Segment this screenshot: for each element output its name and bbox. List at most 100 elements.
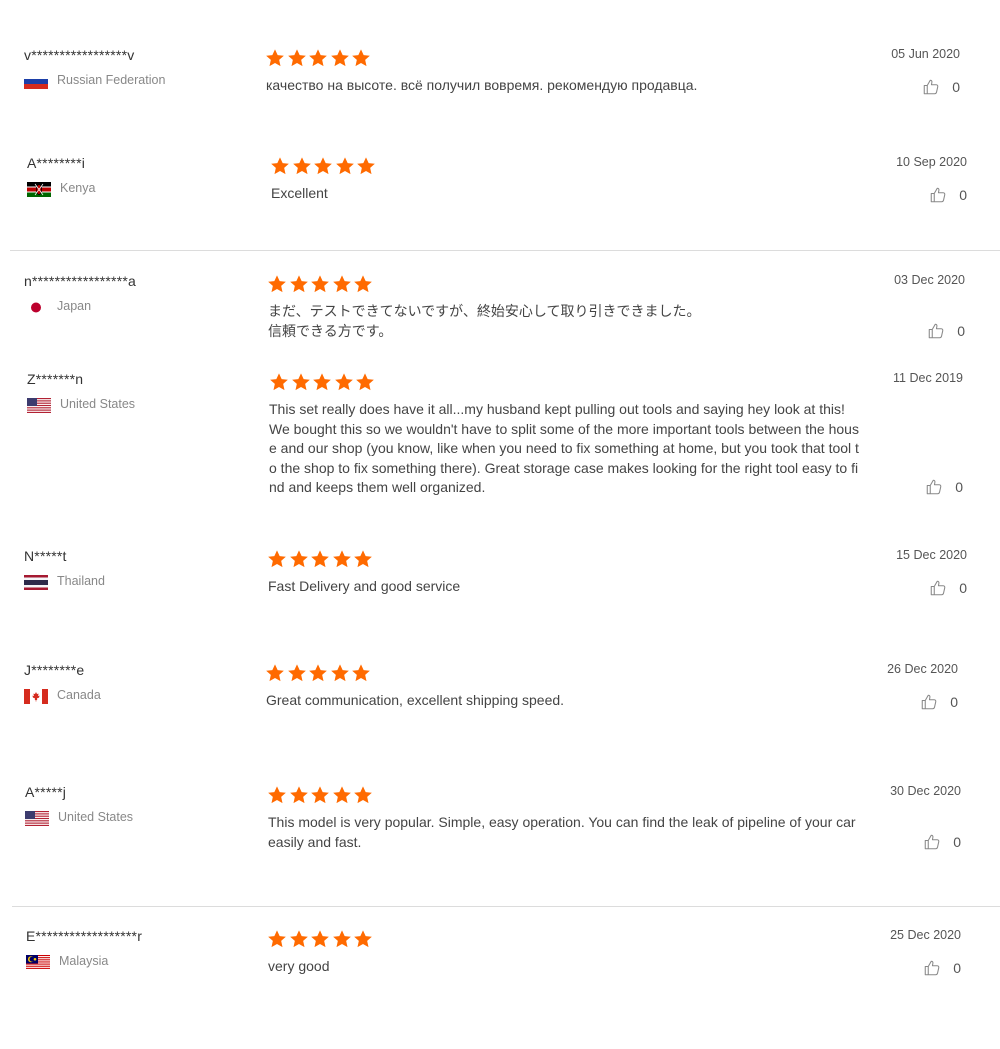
star-icon bbox=[352, 664, 370, 682]
reviewer-name: J********e bbox=[24, 662, 85, 678]
review-text: Excellent bbox=[271, 185, 328, 201]
reviewer-country: Russian Federation bbox=[57, 73, 166, 87]
helpful-votes: 0 bbox=[907, 186, 967, 204]
usa-flag-icon bbox=[27, 398, 51, 413]
reviewer-country: Canada bbox=[57, 688, 101, 702]
star-rating bbox=[267, 274, 375, 294]
star-icon bbox=[309, 664, 327, 682]
reviewer-country: Malaysia bbox=[59, 954, 109, 968]
thumbs-up-icon[interactable] bbox=[927, 323, 957, 339]
helpful-votes: 0 bbox=[901, 833, 961, 851]
star-icon bbox=[266, 664, 284, 682]
review-text: This set really does have it all...my hu… bbox=[269, 401, 859, 495]
star-rating bbox=[265, 48, 373, 68]
star-rating bbox=[267, 785, 375, 805]
review-date: 03 Dec 2020 bbox=[894, 273, 965, 287]
star-icon bbox=[309, 49, 327, 67]
thumbs-up-icon[interactable] bbox=[923, 960, 953, 976]
star-icon bbox=[287, 664, 306, 682]
star-icon bbox=[354, 930, 372, 948]
star-icon bbox=[332, 275, 351, 293]
star-rating bbox=[267, 549, 375, 569]
review-date: 05 Jun 2020 bbox=[891, 47, 960, 61]
star-icon bbox=[270, 373, 288, 391]
helpful-count: 0 bbox=[950, 694, 958, 710]
helpful-count: 0 bbox=[955, 479, 963, 495]
helpful-count: 0 bbox=[959, 580, 967, 596]
reviewer-country: United States bbox=[60, 397, 136, 411]
review-text: Great communication, excellent shipping … bbox=[266, 692, 565, 708]
review-divider bbox=[10, 250, 1000, 251]
star-icon bbox=[266, 49, 284, 67]
canada-flag-icon bbox=[24, 689, 48, 704]
review-text: まだ、テストできてないですが、終始安心して取り引きできました。 信頼できる方です… bbox=[268, 303, 701, 339]
star-icon bbox=[268, 550, 286, 568]
helpful-count: 0 bbox=[959, 187, 967, 203]
thumbs-up-icon[interactable] bbox=[922, 79, 952, 95]
star-rating bbox=[265, 663, 373, 683]
star-icon bbox=[330, 49, 349, 67]
star-icon bbox=[311, 786, 329, 804]
review-date: 15 Dec 2020 bbox=[896, 548, 967, 562]
star-icon bbox=[332, 786, 351, 804]
star-icon bbox=[335, 157, 354, 175]
review-date: 25 Dec 2020 bbox=[890, 928, 961, 942]
helpful-count: 0 bbox=[952, 79, 960, 95]
thumbs-up-icon[interactable] bbox=[929, 580, 959, 596]
review-date: 26 Dec 2020 bbox=[887, 662, 958, 676]
reviewer-name: E******************r bbox=[26, 928, 143, 944]
usa-flag-icon bbox=[25, 811, 49, 826]
review-divider bbox=[12, 906, 1000, 907]
star-icon bbox=[330, 664, 349, 682]
review-date: 10 Sep 2020 bbox=[896, 155, 967, 169]
reviewer-name: Z*******n bbox=[27, 371, 84, 387]
helpful-votes: 0 bbox=[907, 579, 967, 597]
star-icon bbox=[292, 157, 311, 175]
reviewer-country: Kenya bbox=[60, 181, 96, 195]
reviewer-name: A********i bbox=[27, 155, 86, 171]
thumbs-up-icon[interactable] bbox=[925, 479, 955, 495]
star-icon bbox=[311, 930, 329, 948]
review-text: very good bbox=[268, 958, 330, 974]
russia-flag-icon bbox=[24, 74, 48, 89]
star-icon bbox=[313, 373, 331, 391]
thailand-flag-icon bbox=[24, 575, 48, 590]
star-icon bbox=[332, 550, 351, 568]
thumbs-up-icon[interactable] bbox=[929, 187, 959, 203]
thumbs-up-icon[interactable] bbox=[923, 834, 953, 850]
review-date: 30 Dec 2020 bbox=[890, 784, 961, 798]
star-rating bbox=[269, 372, 377, 392]
helpful-votes: 0 bbox=[903, 478, 963, 496]
helpful-count: 0 bbox=[953, 960, 961, 976]
star-icon bbox=[311, 550, 329, 568]
star-icon bbox=[271, 157, 289, 175]
review-text: качество на высоте. всё получил вовремя.… bbox=[266, 77, 698, 93]
thumbs-up-icon[interactable] bbox=[920, 694, 950, 710]
star-icon bbox=[314, 157, 332, 175]
japan-flag-icon bbox=[24, 300, 48, 315]
helpful-votes: 0 bbox=[901, 959, 961, 977]
star-icon bbox=[354, 550, 372, 568]
star-icon bbox=[268, 930, 286, 948]
star-icon bbox=[354, 275, 372, 293]
star-icon bbox=[334, 373, 353, 391]
star-icon bbox=[332, 930, 351, 948]
reviewer-name: v*****************v bbox=[24, 47, 135, 63]
star-icon bbox=[287, 49, 306, 67]
helpful-votes: 0 bbox=[900, 78, 960, 96]
reviewer-country: Japan bbox=[57, 299, 92, 313]
kenya-flag-icon bbox=[27, 182, 51, 197]
reviewer-country: Thailand bbox=[57, 574, 105, 588]
star-icon bbox=[354, 786, 372, 804]
star-icon bbox=[352, 49, 370, 67]
reviewer-name: A*****j bbox=[25, 784, 67, 800]
star-icon bbox=[357, 157, 375, 175]
star-icon bbox=[291, 373, 310, 391]
star-icon bbox=[356, 373, 374, 391]
helpful-count: 0 bbox=[953, 834, 961, 850]
star-icon bbox=[289, 786, 308, 804]
star-icon bbox=[311, 275, 329, 293]
star-icon bbox=[289, 930, 308, 948]
reviewer-name: n*****************a bbox=[24, 273, 136, 289]
helpful-votes: 0 bbox=[905, 322, 965, 340]
